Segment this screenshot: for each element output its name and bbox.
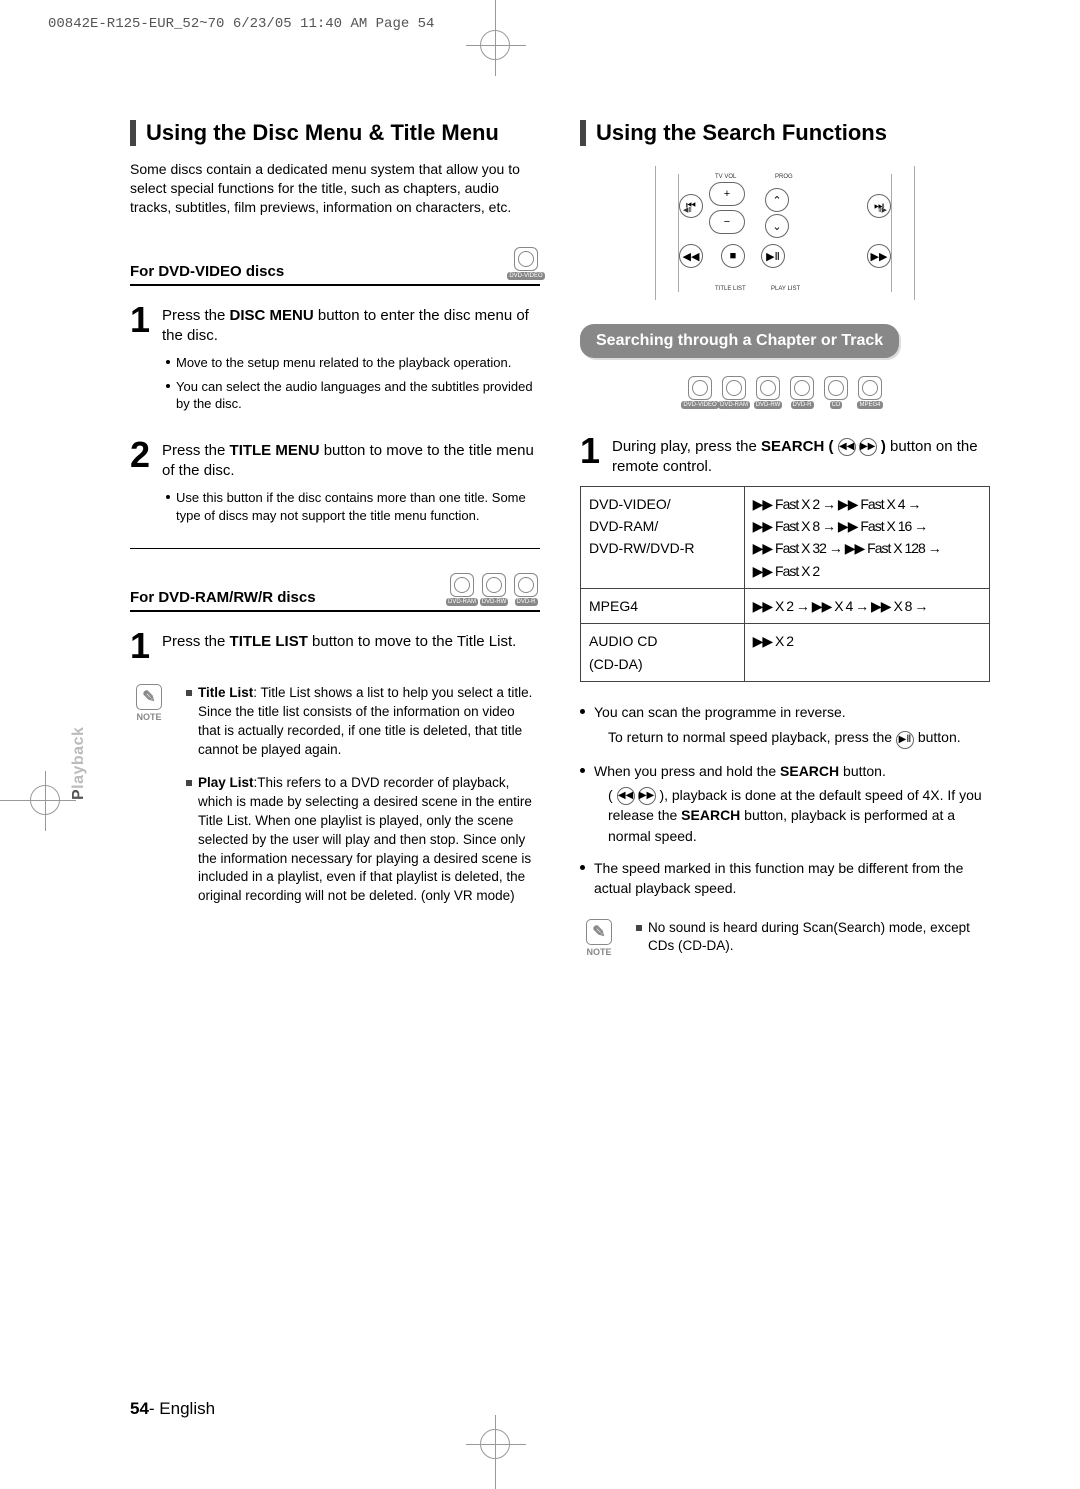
rewind-icon: ◀◀ — [838, 438, 856, 456]
step-number: 1 — [130, 628, 154, 664]
section-title-disc-menu: Using the Disc Menu & Title Menu — [130, 120, 540, 146]
rewind-button-icon: ◀◀ — [679, 244, 703, 268]
disc-icon: DVD-VIDEO — [512, 247, 540, 280]
square-bullet-icon — [186, 780, 192, 786]
play-pause-button-icon: ▶Ⅱ — [761, 244, 785, 268]
table-cell: ▶▶ X 2 — [744, 624, 989, 682]
prog-up-button-icon: ⌃ — [765, 188, 789, 212]
disc-icons: DVD-VIDEO — [512, 247, 540, 280]
disc-icons: DVD-RAM DVD-RW DVD-R — [448, 573, 540, 606]
step-text: Press the DISC MENU button to enter the … — [162, 302, 540, 347]
remote-label: ◀Ⅱ — [683, 206, 692, 214]
table-cell: MPEG4 — [581, 589, 745, 624]
remote-diagram: TV VOL PROG + ⌃ ⏮ ⏭ − ⌄ ◀Ⅱ Ⅱ▶ ◀◀ ■ ▶Ⅱ ▶▶… — [655, 166, 915, 300]
bullet: The speed marked in this function may be… — [580, 858, 990, 899]
preprint-header: 00842E-R125-EUR_52~70 6/23/05 11:40 AM P… — [48, 16, 434, 32]
bullet: Move to the setup menu related to the pl… — [166, 354, 540, 372]
disc-icon: DVD-R — [788, 376, 816, 409]
note-icon: ✎ NOTE — [580, 919, 618, 971]
note-text: No sound is heard during Scan(Search) mo… — [648, 919, 990, 957]
crop-mark — [30, 785, 60, 815]
disc-icons: DVD-VIDEO DVD-RAM DVD-RW DVD-R CD MPEG4 — [580, 376, 990, 409]
bullet: When you press and hold the SEARCH butto… — [580, 761, 990, 846]
disc-icon: DVD-R — [512, 573, 540, 606]
remote-label: PROG — [775, 174, 793, 180]
vol-up-button-icon: + — [709, 182, 745, 206]
table-cell: ▶▶ X 2 → ▶▶ X 4 → ▶▶ X 8 → — [744, 589, 989, 624]
prog-down-button-icon: ⌄ — [765, 214, 789, 238]
disc-icon: MPEG4 — [856, 376, 884, 409]
step-number: 1 — [130, 302, 154, 347]
remote-label: TITLE LIST — [715, 286, 746, 292]
disc-icon: DVD-RAM — [448, 573, 476, 606]
table-cell: ▶▶ Fast X 2 → ▶▶ Fast X 4 → ▶▶ Fast X 8 … — [744, 486, 989, 589]
intro-paragraph: Some discs contain a dedicated menu syst… — [130, 160, 540, 217]
disc-icon: DVD-VIDEO — [686, 376, 714, 409]
square-bullet-icon — [636, 925, 642, 931]
step-text: Press the TITLE LIST button to move to t… — [162, 628, 516, 664]
step-number: 2 — [130, 437, 154, 482]
step-text: During play, press the SEARCH ( ◀◀▶▶ ) b… — [612, 433, 990, 478]
ffwd-button-icon: ▶▶ — [867, 244, 891, 268]
vol-down-button-icon: − — [709, 210, 745, 234]
speed-table: DVD-VIDEO/ DVD-RAM/ DVD-RW/DVD-R ▶▶ Fast… — [580, 486, 990, 683]
section-title-search: Using the Search Functions — [580, 120, 990, 146]
subhead-dvd-video: For DVD-VIDEO discs — [130, 263, 284, 280]
disc-icon: DVD-RW — [480, 573, 508, 606]
table-cell: DVD-VIDEO/ DVD-RAM/ DVD-RW/DVD-R — [581, 486, 745, 589]
square-bullet-icon — [186, 690, 192, 696]
bullet: Use this button if the disc contains mor… — [166, 489, 540, 524]
rewind-icon: ◀◀ — [617, 787, 635, 805]
step-text: Press the TITLE MENU button to move to t… — [162, 437, 540, 482]
bullet: You can scan the programme in reverse. T… — [580, 702, 990, 749]
subhead-dvd-ram-rw-r: For DVD-RAM/RW/R discs — [130, 589, 316, 606]
side-tab-playback: Playback — [70, 727, 88, 800]
note-definition: Title List: Title List shows a list to h… — [198, 684, 540, 760]
remote-label: PLAY LIST — [771, 286, 800, 292]
note-icon: ✎ NOTE — [130, 684, 168, 920]
ffwd-icon: ▶▶ — [638, 787, 656, 805]
play-pause-icon: ▶Ⅱ — [896, 731, 914, 749]
ffwd-icon: ▶▶ — [859, 438, 877, 456]
crop-mark — [480, 30, 510, 60]
note-definition: Play List:This refers to a DVD recorder … — [198, 774, 540, 906]
disc-icon: CD — [822, 376, 850, 409]
pill-heading-search-chapter: Searching through a Chapter or Track — [580, 324, 899, 358]
bullet: You can select the audio languages and t… — [166, 378, 540, 413]
step-number: 1 — [580, 433, 604, 478]
stop-button-icon: ■ — [721, 244, 745, 268]
crop-mark — [480, 1429, 510, 1459]
table-cell: AUDIO CD (CD-DA) — [581, 624, 745, 682]
remote-label: TV VOL — [715, 174, 736, 180]
remote-label: Ⅱ▶ — [878, 206, 887, 214]
disc-icon: DVD-RAM — [720, 376, 748, 409]
disc-icon: DVD-RW — [754, 376, 782, 409]
page-footer: 54- English — [130, 1399, 215, 1419]
